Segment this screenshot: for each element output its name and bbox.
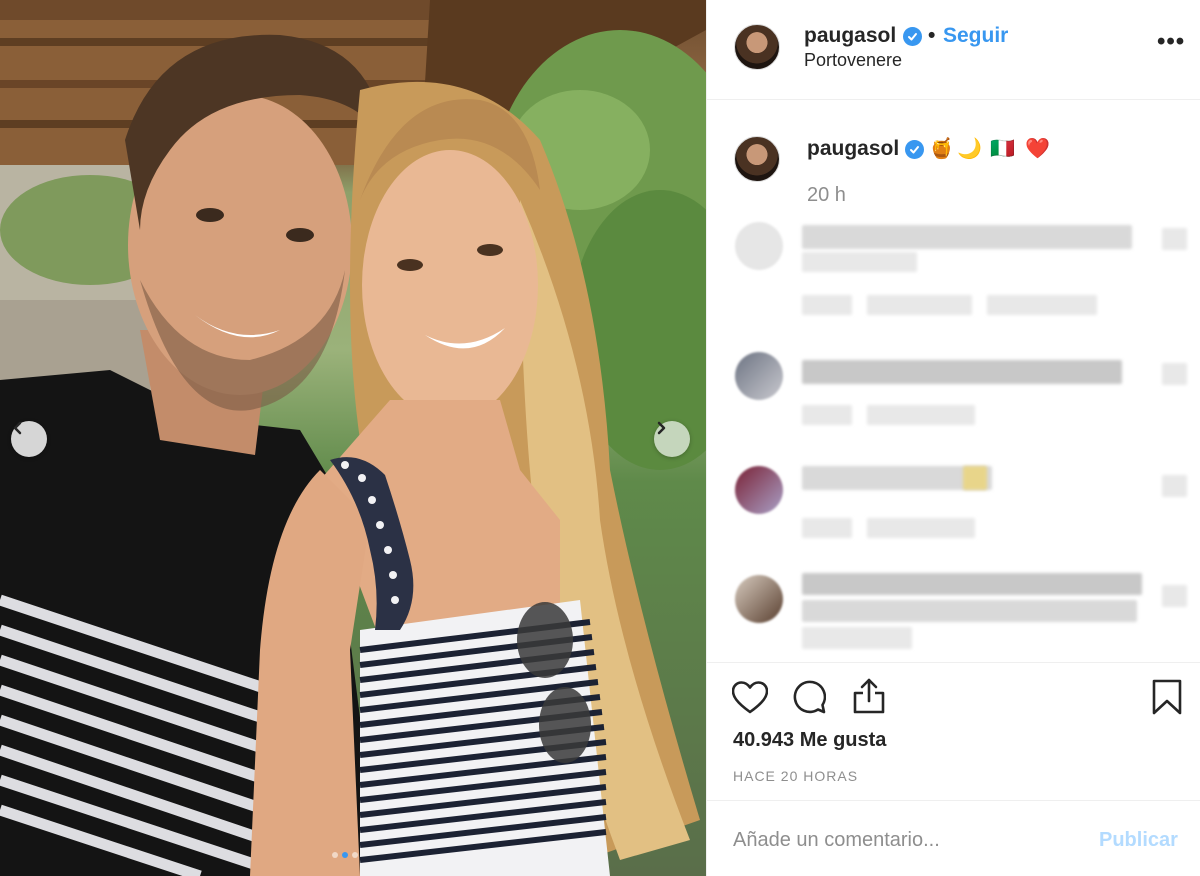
comment-meta-blurred (867, 295, 972, 315)
caption-emoji: 🇮🇹 (990, 136, 1015, 160)
verified-badge-icon (903, 27, 922, 46)
post-header: paugasol • Seguir Portovenere ••• (707, 0, 1200, 100)
comment-input[interactable] (733, 825, 1083, 855)
comment-text-blurred (802, 573, 1142, 595)
comment-text-blurred (802, 627, 912, 649)
follow-button[interactable]: Seguir (943, 24, 1008, 48)
chevron-right-icon (657, 421, 666, 435)
bookmark-icon[interactable] (1152, 679, 1182, 715)
caption-avatar[interactable] (734, 136, 780, 182)
chevron-left-icon (13, 421, 22, 435)
comment-avatar[interactable] (735, 575, 783, 623)
carousel-dot-active (342, 852, 348, 858)
author-avatar[interactable] (734, 24, 780, 70)
photo-illustration (0, 0, 706, 876)
post-photo[interactable] (0, 0, 706, 876)
verified-badge-icon (905, 140, 924, 159)
heart-icon[interactable] (732, 681, 768, 715)
comment-like-blurred[interactable] (1162, 475, 1187, 497)
comment-meta-blurred (802, 518, 852, 538)
likes-count[interactable]: 40.943 Me gusta (733, 729, 886, 752)
comment-meta-blurred (987, 295, 1097, 315)
separator-bullet: • (928, 24, 936, 47)
comment-text-blurred (802, 600, 1137, 622)
comment-like-blurred[interactable] (1162, 585, 1187, 607)
carousel-dot (332, 852, 338, 858)
caption-emoji: 🍯 (929, 136, 954, 160)
comment-emoji-blurred (963, 466, 987, 490)
comment-meta-blurred (867, 518, 975, 538)
carousel-dot (352, 852, 358, 858)
comment-meta-blurred (802, 295, 852, 315)
post-timestamp: HACE 20 HORAS (733, 768, 859, 784)
comment-text-blurred (802, 252, 917, 272)
previous-slide-button[interactable] (11, 421, 47, 457)
comment-avatar[interactable] (735, 466, 783, 514)
add-comment-bar: Publicar (707, 800, 1200, 876)
caption-username[interactable]: paugasol (807, 137, 899, 161)
post-sidebar: paugasol • Seguir Portovenere ••• paugas… (706, 0, 1200, 876)
caption-emoji: ❤️ (1025, 136, 1050, 160)
comment-icon[interactable] (792, 680, 826, 714)
publish-button[interactable]: Publicar (1099, 829, 1178, 852)
share-icon[interactable] (852, 678, 886, 714)
more-options-button[interactable]: ••• (1157, 28, 1185, 56)
comment-text-blurred (802, 360, 1122, 384)
comment-like-blurred[interactable] (1162, 363, 1187, 385)
caption-timestamp: 20 h (807, 184, 846, 206)
caption-emoji: 🌙 (957, 136, 982, 160)
comment-meta-blurred (802, 405, 852, 425)
next-slide-button[interactable] (654, 421, 690, 457)
comment-meta-blurred (867, 405, 975, 425)
comment-avatar[interactable] (735, 352, 783, 400)
comment-avatar[interactable] (735, 222, 783, 270)
comment-text-blurred (802, 225, 1132, 249)
post-location[interactable]: Portovenere (804, 50, 902, 71)
post-actions: 40.943 Me gusta HACE 20 HORAS (707, 662, 1200, 802)
author-username[interactable]: paugasol (804, 24, 896, 48)
comment-like-blurred[interactable] (1162, 228, 1187, 250)
carousel-indicator (332, 852, 358, 858)
